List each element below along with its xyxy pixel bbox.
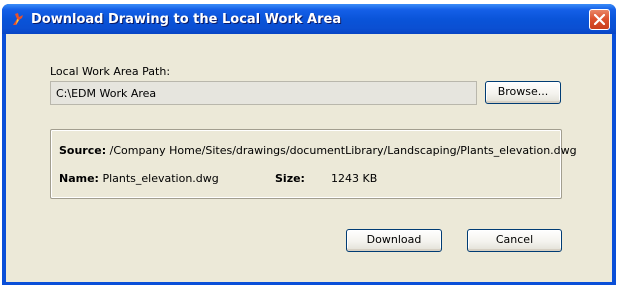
source-value: /Company Home/Sites/drawings/documentLib… [109, 144, 577, 157]
file-info-panel: Source: /Company Home/Sites/drawings/doc… [50, 129, 577, 199]
name-label: Name: [59, 172, 99, 185]
path-label: Local Work Area Path: [50, 65, 171, 78]
dialog-body: Local Work Area Path: Browse... Source: … [6, 34, 612, 282]
close-icon [594, 14, 605, 25]
source-label: Source: [59, 144, 107, 157]
path-input[interactable] [50, 81, 477, 105]
size-value: 1243 KB [331, 172, 378, 185]
browse-button[interactable]: Browse... [485, 81, 561, 104]
source-row: Source: /Company Home/Sites/drawings/doc… [59, 144, 577, 157]
app-logo-icon [10, 11, 26, 27]
size-label: Size: [275, 172, 305, 185]
cancel-button[interactable]: Cancel [467, 229, 562, 252]
window-title: Download Drawing to the Local Work Area [31, 12, 342, 27]
close-button[interactable] [589, 9, 610, 30]
name-value: Plants_elevation.dwg [102, 172, 219, 185]
name-row: Name: Plants_elevation.dwg [59, 172, 219, 185]
title-bar[interactable]: Download Drawing to the Local Work Area [2, 4, 616, 34]
dialog-window: Download Drawing to the Local Work Area … [2, 4, 616, 285]
download-button[interactable]: Download [346, 229, 442, 252]
